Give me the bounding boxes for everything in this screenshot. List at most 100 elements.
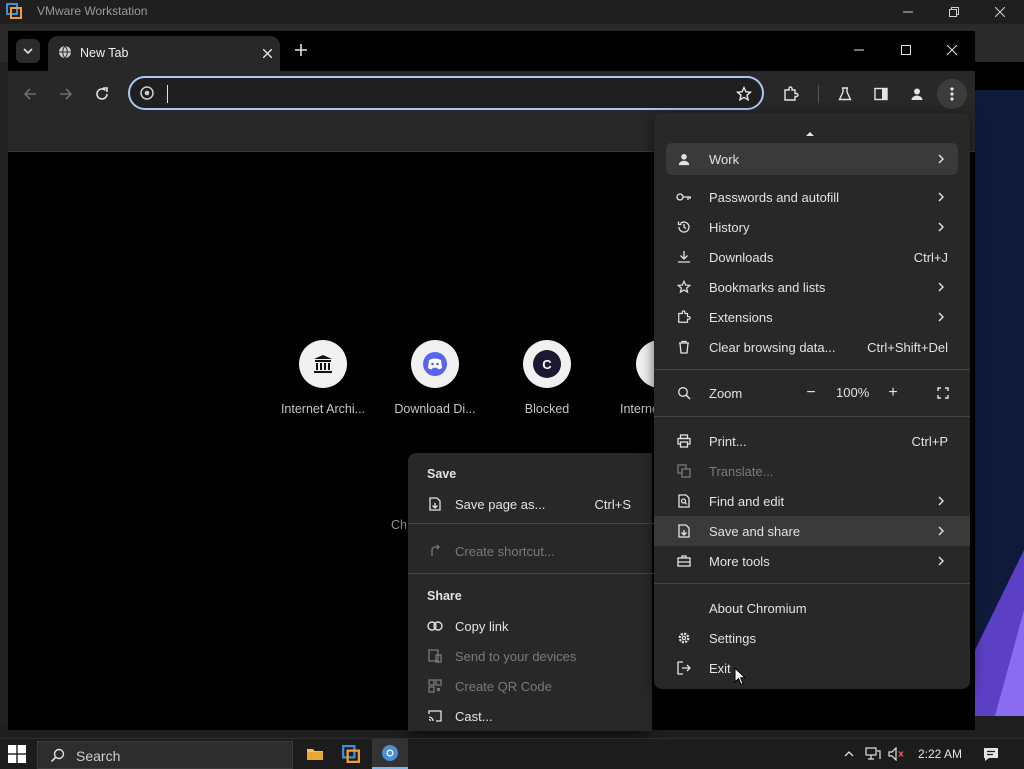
- restore-icon: [949, 7, 959, 17]
- shortcut-tile[interactable]: Download Di...: [380, 340, 490, 416]
- tray-overflow-button[interactable]: [840, 739, 858, 769]
- person-icon: [676, 151, 692, 167]
- profile-menu-item[interactable]: Work: [666, 143, 958, 175]
- network-button[interactable]: [863, 739, 883, 769]
- vmware-taskbar-button[interactable]: [339, 739, 363, 769]
- submenu-header-save: Save: [427, 467, 457, 481]
- forward-button[interactable]: [51, 79, 81, 109]
- save-page-icon: [427, 496, 443, 512]
- shortcut-label: Download Di...: [394, 402, 476, 416]
- taskbar-search-box[interactable]: Search: [37, 741, 293, 769]
- file-explorer-button[interactable]: [303, 739, 327, 769]
- notifications-button[interactable]: [978, 739, 1004, 769]
- new-tab-button[interactable]: [290, 39, 312, 61]
- more-vert-icon: [950, 87, 954, 101]
- vmware-close-button[interactable]: [977, 0, 1023, 24]
- tab-new-tab[interactable]: New Tab: [48, 36, 280, 71]
- close-icon: [995, 7, 1005, 17]
- extensions-button[interactable]: [776, 79, 806, 109]
- taskbar-search-label: Search: [76, 748, 121, 764]
- vmware-restore-button[interactable]: [931, 0, 977, 24]
- exit-menu-item[interactable]: Exit: [654, 653, 970, 683]
- tab-close-button[interactable]: [258, 44, 276, 62]
- desktop-wallpaper: [975, 90, 1024, 716]
- star-icon: [676, 279, 692, 295]
- zoom-menu-item: Zoom − 100% +: [654, 378, 970, 408]
- reload-icon: [96, 87, 108, 100]
- labs-button[interactable]: [830, 79, 860, 109]
- address-bar[interactable]: [128, 76, 764, 110]
- settings-menu-item[interactable]: Settings: [654, 623, 970, 653]
- downloads-menu-item[interactable]: Downloads Ctrl+J: [654, 242, 970, 272]
- chevron-right-icon: [938, 222, 944, 232]
- shortcut-tile[interactable]: Internet Archi...: [268, 340, 378, 416]
- about-menu-item[interactable]: About Chromium: [654, 593, 970, 623]
- vmware-titlebar: VMware Workstation: [0, 0, 1024, 24]
- back-button[interactable]: [15, 79, 45, 109]
- key-icon: [676, 189, 692, 205]
- ntp-hint-text: Ch: [391, 518, 407, 532]
- shortcut-label: Blocked: [524, 402, 570, 416]
- reload-button[interactable]: [87, 79, 117, 109]
- shortcut-tile[interactable]: Interne: [604, 340, 654, 416]
- gear-icon: [676, 630, 692, 646]
- create-qr-code-item[interactable]: Create QR Code: [408, 671, 652, 701]
- chromium-logo-icon: [140, 86, 154, 100]
- passwords-menu-item[interactable]: Passwords and autofill: [654, 182, 970, 212]
- fullscreen-icon: [937, 387, 949, 399]
- scroll-up-icon: [806, 132, 814, 136]
- chevron-right-icon: [938, 312, 944, 322]
- globe-icon: [59, 45, 71, 59]
- cast-item[interactable]: Cast...: [408, 701, 652, 731]
- chevron-right-icon: [938, 496, 944, 506]
- exit-icon: [676, 660, 692, 676]
- zoom-out-button[interactable]: −: [796, 378, 826, 408]
- extensions-menu-item[interactable]: Extensions: [654, 302, 970, 332]
- chromium-logo-icon: [382, 745, 398, 761]
- translate-menu-item[interactable]: Translate...: [654, 456, 970, 486]
- send-to-devices-item[interactable]: Send to your devices: [408, 641, 652, 671]
- tab-search-button[interactable]: [16, 39, 40, 63]
- save-share-menu-item[interactable]: Save and share: [654, 516, 970, 546]
- windows-taskbar: Search 2:22 AM: [0, 738, 1024, 769]
- browser-minimize-button[interactable]: [837, 37, 881, 63]
- archive-icon: [299, 340, 347, 388]
- shortcut-tile[interactable]: C Blocked: [492, 340, 602, 416]
- taskbar-clock[interactable]: 2:22 AM: [912, 739, 968, 769]
- toolbar-divider: [818, 85, 819, 103]
- bookmarks-menu-item[interactable]: Bookmarks and lists: [654, 272, 970, 302]
- save-page-item[interactable]: Save page as... Ctrl+S: [408, 489, 652, 519]
- print-menu-item[interactable]: Print... Ctrl+P: [654, 426, 970, 456]
- history-menu-item[interactable]: History: [654, 212, 970, 242]
- chevron-up-icon: [844, 751, 854, 757]
- volume-button[interactable]: [886, 739, 908, 769]
- app-menu-button[interactable]: [937, 79, 967, 109]
- browser-maximize-button[interactable]: [884, 37, 928, 63]
- more-tools-menu-item[interactable]: More tools: [654, 546, 970, 576]
- side-panel-button[interactable]: [866, 79, 896, 109]
- zoom-icon: [676, 385, 692, 401]
- menu-divider: [654, 583, 970, 584]
- person-icon: [911, 88, 923, 100]
- vmware-minimize-button[interactable]: [885, 0, 931, 24]
- copy-link-item[interactable]: Copy link: [408, 611, 652, 641]
- profile-button[interactable]: [902, 79, 932, 109]
- find-edit-menu-item[interactable]: Find and edit: [654, 486, 970, 516]
- fullscreen-button[interactable]: [928, 378, 958, 408]
- windows-start-icon[interactable]: [8, 745, 26, 763]
- minimize-icon: [903, 11, 913, 13]
- zoom-in-button[interactable]: +: [878, 378, 908, 408]
- shortcut-icon: [427, 543, 443, 559]
- create-shortcut-item[interactable]: Create shortcut...: [408, 536, 652, 566]
- clear-browsing-data-menu-item[interactable]: Clear browsing data... Ctrl+Shift+Del: [654, 332, 970, 362]
- chromium-taskbar-button[interactable]: [372, 739, 408, 769]
- plus-icon: [295, 44, 307, 56]
- browser-close-button[interactable]: [930, 37, 974, 63]
- arrow-right-icon: [60, 88, 73, 100]
- bookmark-star-button[interactable]: [732, 82, 756, 106]
- find-page-icon: [676, 493, 692, 509]
- chevron-right-icon: [938, 282, 944, 292]
- close-icon: [947, 45, 957, 55]
- letter-c-badge: C: [533, 350, 561, 378]
- devices-icon: [427, 648, 443, 664]
